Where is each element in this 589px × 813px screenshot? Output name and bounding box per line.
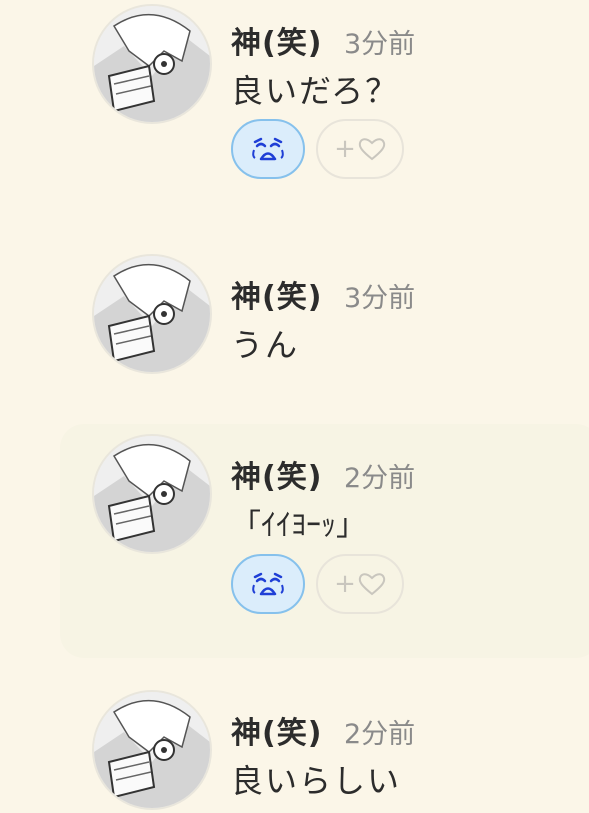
avatar[interactable]	[92, 4, 212, 124]
heart-outline-icon	[358, 573, 386, 596]
crying-face-emoji-icon	[252, 572, 284, 596]
message-text: 「ｲｲﾖｰｯ」	[231, 508, 366, 543]
heart-outline-icon	[358, 138, 386, 161]
author-name[interactable]: 神(笑)	[231, 272, 322, 316]
author-name[interactable]: 神(笑)	[231, 452, 322, 496]
plus-label: +	[334, 569, 356, 599]
author-name[interactable]: 神(笑)	[231, 18, 322, 62]
reaction-button[interactable]	[231, 119, 305, 179]
timestamp: 3分前	[344, 29, 416, 60]
add-reaction-button[interactable]: +	[316, 119, 404, 179]
avatar[interactable]	[92, 254, 212, 374]
timestamp: 3分前	[344, 283, 416, 314]
message-text: 良いらしい	[231, 762, 402, 800]
message-text: うん	[231, 326, 300, 364]
timestamp: 2分前	[344, 463, 416, 494]
avatar[interactable]	[92, 690, 212, 810]
crying-face-emoji-icon	[252, 137, 284, 161]
reaction-button[interactable]	[231, 554, 305, 614]
author-name[interactable]: 神(笑)	[231, 708, 322, 752]
avatar[interactable]	[92, 434, 212, 554]
message-text: 良いだろ？	[231, 72, 400, 110]
add-reaction-button[interactable]: +	[316, 554, 404, 614]
timestamp: 2分前	[344, 719, 416, 750]
plus-label: +	[334, 134, 356, 164]
